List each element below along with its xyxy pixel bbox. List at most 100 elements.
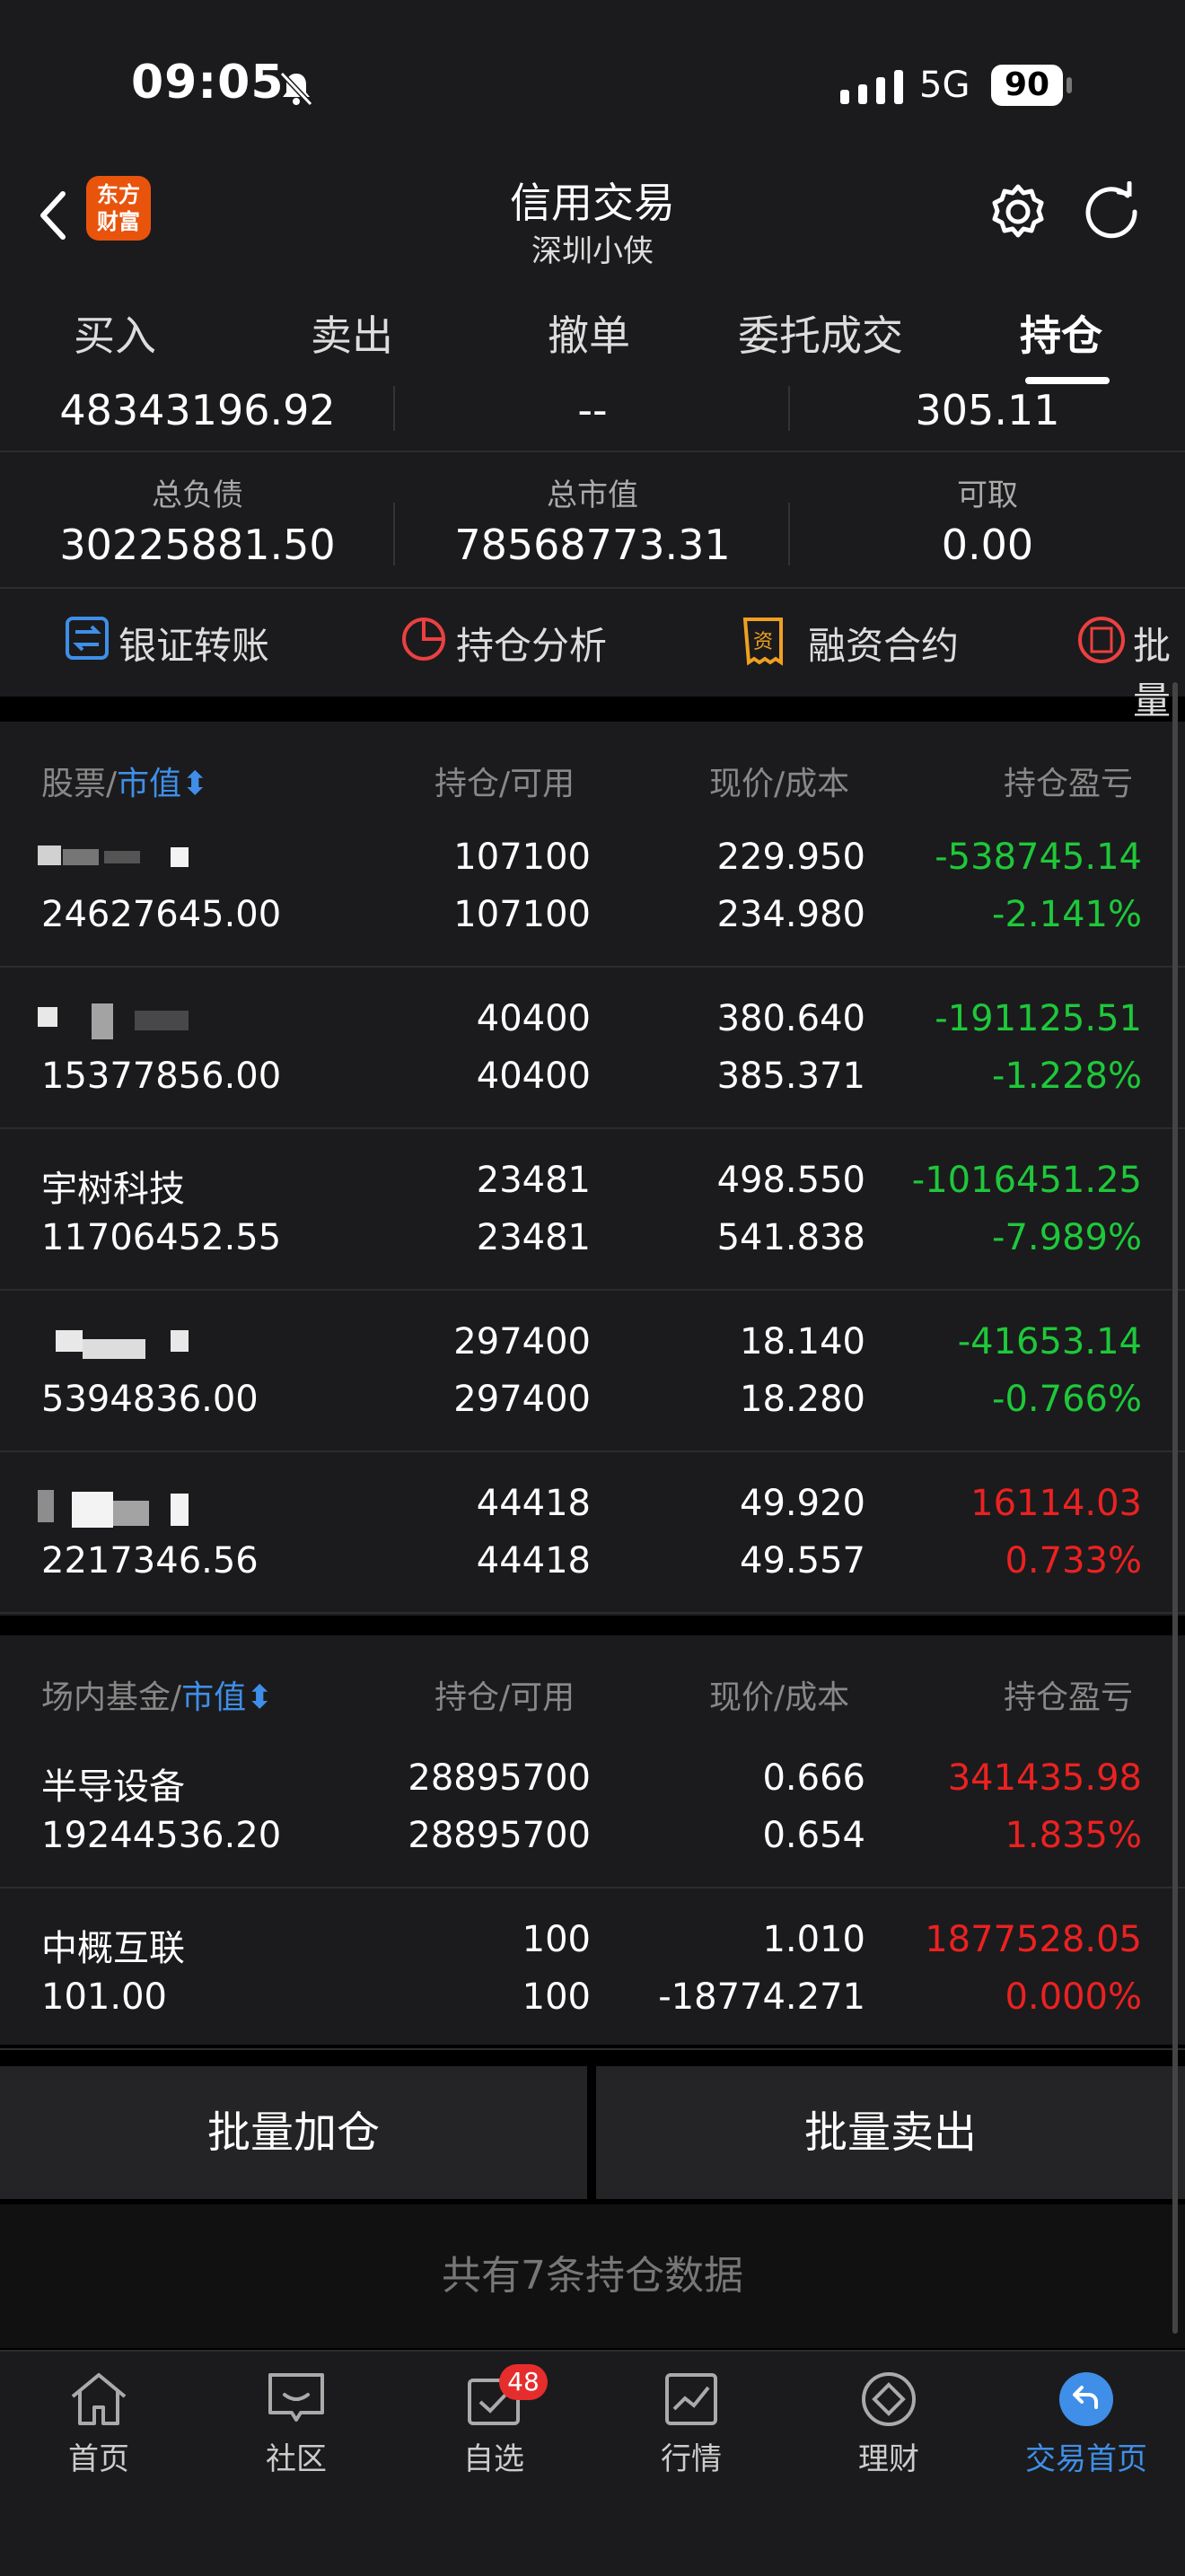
position-hold-qty: 28895700 — [408, 1757, 591, 1799]
network-type: 5G — [919, 65, 970, 106]
position-cost: 385.371 — [716, 1056, 865, 1097]
nav-label: 首页 — [68, 2441, 129, 2477]
position-pl-pct: -2.141% — [992, 894, 1142, 935]
batch-sell-button[interactable]: 批量卖出 — [596, 2066, 1185, 2199]
position-pl-pct: -7.989% — [992, 1217, 1142, 1258]
position-hold-qty: 40400 — [476, 998, 591, 1039]
app-header: 东方 财富 信用交易 深圳小侠 — [0, 171, 1185, 285]
redacted-name-mask — [135, 1011, 189, 1030]
redacted-name-mask — [171, 1494, 189, 1526]
summary-value-1: 48343196.92 — [59, 386, 336, 434]
hold-header: 持仓/可用 — [434, 766, 575, 802]
scrollbar[interactable] — [1172, 682, 1178, 2334]
fund-sort-by-value[interactable]: 市值 — [181, 1679, 246, 1716]
position-count-message: 共有7条持仓数据 — [0, 2204, 1185, 2348]
position-market-value: 101.00 — [41, 1976, 167, 2018]
batch-icon[interactable] — [1077, 616, 1126, 664]
gear-icon[interactable] — [988, 181, 1049, 242]
hold-label: 持仓 — [434, 1679, 500, 1716]
nav-label: 交易首页 — [1025, 2441, 1147, 2477]
pie-chart-icon[interactable] — [400, 616, 447, 662]
position-hold-qty: 23481 — [476, 1160, 591, 1201]
position-analysis-button[interactable]: 持仓分析 — [456, 616, 607, 670]
bottom-nav: 首页 社区 48 自选 行情 理财 交易首页 — [0, 2350, 1185, 2576]
tab-cancel[interactable]: 撤单 — [548, 303, 630, 363]
nav-home[interactable]: 首页 — [36, 2370, 162, 2478]
refresh-icon[interactable] — [1083, 181, 1140, 239]
trade-home-icon — [1059, 2372, 1113, 2426]
table-row[interactable]: 5394836.00 297400 297400 18.140 18.280 -41653… — [0, 1289, 1185, 1452]
position-hold-qty: 297400 — [453, 1321, 591, 1362]
bank-transfer-button[interactable]: 银证转账 — [118, 616, 269, 670]
sort-icon[interactable]: ⬍ — [181, 766, 208, 802]
position-market-value: 24627645.00 — [41, 894, 282, 935]
position-pl: 1877528.05 — [925, 1919, 1142, 1960]
total-market-value: 78568773.31 — [454, 521, 731, 569]
account-summary: 48343196.92 -- 305.11 总负债 30225881.50 总市… — [0, 386, 1185, 589]
nav-label: 理财 — [858, 2441, 919, 2477]
position-cost: 234.980 — [716, 894, 865, 935]
sort-by-value[interactable]: 市值 — [117, 766, 181, 802]
nav-watchlist[interactable]: 48 自选 — [431, 2364, 557, 2478]
position-pl: 341435.98 — [947, 1757, 1142, 1799]
position-price: 229.950 — [716, 837, 865, 878]
tab-orders[interactable]: 委托成交 — [738, 303, 903, 363]
tab-buy[interactable]: 买入 — [74, 303, 156, 363]
redacted-name-mask — [38, 1490, 54, 1522]
redacted-name-mask — [113, 1501, 149, 1526]
watchlist-badge: 48 — [499, 2364, 548, 2400]
status-time: 09:05 — [131, 56, 285, 110]
redacted-name-mask — [38, 846, 61, 865]
sort-icon[interactable]: ⬍ — [246, 1679, 273, 1716]
stock-col-header: 股票/市值⬍ — [41, 766, 209, 802]
margin-contract-button[interactable]: 融资合约 — [808, 616, 959, 670]
position-available-qty: 100 — [522, 1976, 591, 2018]
position-name: 宇树科技 — [41, 1169, 185, 1210]
summary-value-3: 305.11 — [915, 386, 1060, 434]
redacted-name-mask — [92, 1003, 113, 1039]
position-available-qty: 23481 — [476, 1217, 591, 1258]
position-cost: -18774.271 — [658, 1976, 865, 2018]
nav-community[interactable]: 社区 — [233, 2370, 359, 2478]
position-price: 380.640 — [716, 998, 865, 1039]
avail-label: 可用 — [510, 1679, 575, 1716]
position-market-value: 11706452.55 — [41, 1217, 282, 1258]
summary-value-2: -- — [577, 386, 608, 434]
home-icon — [71, 2373, 127, 2425]
table-row[interactable]: 中概互联 101.00 100 100 1.010 -18774.271 1877528.0… — [0, 1887, 1185, 2050]
fund-hold-header: 持仓/可用 — [434, 1679, 575, 1716]
wealth-icon — [862, 2372, 916, 2426]
position-name: 半导设备 — [41, 1766, 185, 1808]
position-market-value: 2217346.56 — [41, 1540, 259, 1582]
table-row[interactable]: 24627645.00 107100 107100 229.950 234.980 -53… — [0, 804, 1185, 968]
stock-positions-table: 股票/市值⬍ 持仓/可用 现价/成本 持仓盈亏 24627645.00 10710… — [0, 722, 1185, 1616]
position-pl-pct: -0.766% — [992, 1379, 1142, 1420]
tab-positions[interactable]: 持仓 — [1020, 303, 1102, 363]
nav-market[interactable]: 行情 — [628, 2370, 754, 2478]
contract-icon[interactable]: 资 — [742, 616, 785, 666]
total-debt-value: 30225881.50 — [59, 521, 336, 569]
position-pl: -1016451.25 — [911, 1160, 1142, 1201]
table-row[interactable]: 2217346.56 44418 44418 49.920 49.557 16114.03… — [0, 1450, 1185, 1614]
community-icon — [268, 2373, 324, 2422]
divider — [0, 451, 1185, 452]
cost-label: 成本 — [785, 766, 850, 802]
position-cost: 18.280 — [740, 1379, 865, 1420]
position-pl: -191125.51 — [935, 998, 1142, 1039]
stock-header-label: 股票 — [41, 766, 107, 802]
nav-label: 行情 — [661, 2441, 722, 2477]
nav-trade-home[interactable]: 交易首页 — [1023, 2370, 1149, 2478]
nav-wealth[interactable]: 理财 — [826, 2370, 952, 2478]
trade-tabs: 买入 卖出 撤单 委托成交 持仓 — [0, 285, 1185, 386]
transfer-icon[interactable] — [65, 616, 110, 661]
tab-sell[interactable]: 卖出 — [311, 303, 393, 363]
redacted-name-mask — [72, 1492, 113, 1528]
batch-add-button[interactable]: 批量加仓 — [0, 2066, 587, 2199]
table-row[interactable]: 宇树科技 11706452.55 23481 23481 498.550 541.838 -… — [0, 1127, 1185, 1291]
redacted-name-mask — [171, 847, 189, 867]
total-market-value-label: 总市值 — [547, 478, 638, 513]
table-row[interactable]: 半导设备 19244536.20 28895700 28895700 0.666 0.65… — [0, 1725, 1185, 1888]
position-available-qty: 40400 — [476, 1056, 591, 1097]
fund-header-label: 场内基金 — [41, 1679, 171, 1716]
table-row[interactable]: 15377856.00 40400 40400 380.640 385.371 -1911… — [0, 966, 1185, 1129]
